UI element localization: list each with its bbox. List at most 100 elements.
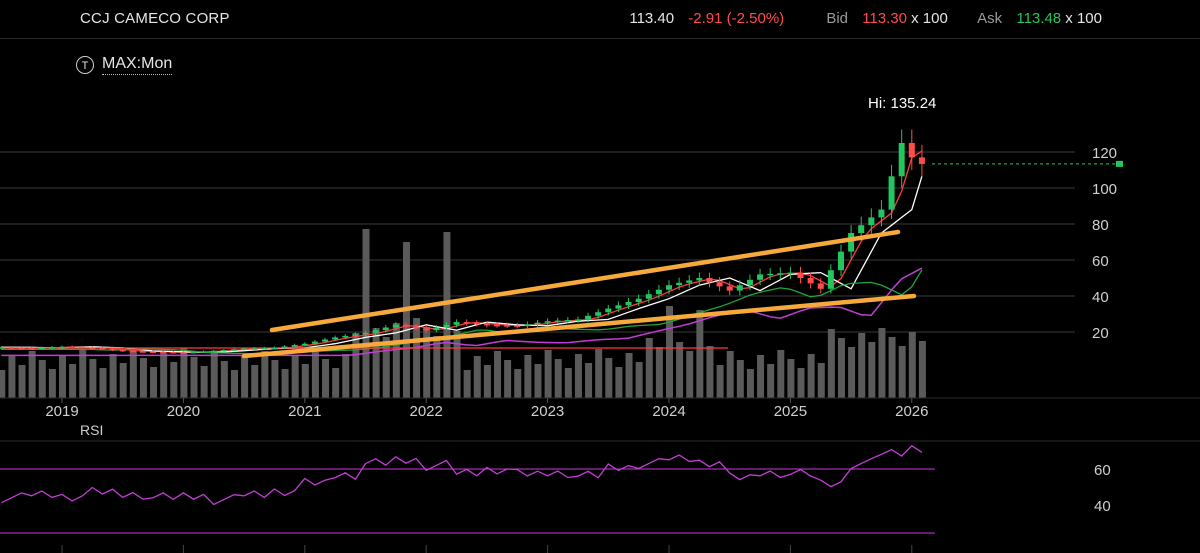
candle-body xyxy=(413,326,420,329)
candle-body xyxy=(220,350,227,352)
candle-body xyxy=(655,289,662,295)
candle-body xyxy=(38,347,45,350)
volume-bar xyxy=(918,341,926,398)
x-tick-label: 2023 xyxy=(531,403,564,420)
candle-body xyxy=(139,351,146,353)
volume-bar xyxy=(888,337,896,398)
candle-body xyxy=(230,349,237,351)
candle-body xyxy=(251,348,258,350)
candle-body xyxy=(827,270,834,289)
volume-bar xyxy=(8,356,16,398)
volume-bar xyxy=(352,333,360,398)
candle-body xyxy=(868,217,875,226)
high-annotation: Hi: 135.24 xyxy=(868,95,936,112)
candle-body xyxy=(534,322,541,325)
volume-bar xyxy=(494,351,502,398)
candle-body xyxy=(99,347,106,350)
volume-bar xyxy=(301,364,309,398)
volume-bar xyxy=(605,358,613,398)
volume-bar xyxy=(291,355,299,398)
candle-body xyxy=(908,143,915,158)
candle-body xyxy=(898,143,905,177)
candle-body xyxy=(190,351,197,354)
candle-body xyxy=(837,251,844,271)
volume-bar xyxy=(574,354,582,398)
candle-body xyxy=(241,348,248,351)
candle-body xyxy=(504,325,511,327)
candle-body xyxy=(332,337,339,340)
candle-body xyxy=(777,273,784,275)
x-tick-label: 2020 xyxy=(167,403,200,420)
volume-bar xyxy=(311,350,319,398)
candle-body xyxy=(888,176,895,210)
candle-body xyxy=(524,324,531,326)
volume-bar xyxy=(251,365,259,398)
price-tick-label: 40 xyxy=(1092,289,1109,306)
volume-bar xyxy=(908,332,916,398)
candle-body xyxy=(726,286,733,291)
price-tick-label: 80 xyxy=(1092,217,1109,234)
candle-body xyxy=(200,351,207,353)
volume-bar xyxy=(463,370,471,398)
candle-body xyxy=(402,324,409,327)
volume-bar xyxy=(261,351,269,398)
volume-bar xyxy=(716,365,724,398)
volume-bar xyxy=(190,357,198,398)
price-tick-label: 120 xyxy=(1092,145,1117,162)
volume-bar xyxy=(483,365,491,398)
volume-bar xyxy=(706,346,714,398)
volume-bar xyxy=(281,369,289,398)
candle-body xyxy=(342,335,349,338)
candle-body xyxy=(473,323,480,325)
volume-bar xyxy=(89,359,97,398)
candle-body xyxy=(170,352,177,354)
volume-bar xyxy=(504,360,512,398)
volume-bar xyxy=(109,354,117,398)
volume-bar xyxy=(686,351,694,398)
volume-bar xyxy=(402,242,410,398)
candle-body xyxy=(362,332,369,335)
candle-body xyxy=(696,278,703,281)
candle-body xyxy=(463,322,470,324)
volume-bar xyxy=(332,368,340,398)
volume-bar xyxy=(736,360,744,398)
volume-bar xyxy=(139,358,147,398)
volume-bar xyxy=(473,356,481,398)
volume-bar xyxy=(514,369,522,398)
x-tick-label: 2019 xyxy=(45,403,78,420)
candle-body xyxy=(372,330,379,333)
volume-bar xyxy=(443,232,451,398)
candle-body xyxy=(767,273,774,276)
lower-trendline xyxy=(241,293,917,359)
ma-slow-line xyxy=(1,269,923,355)
candle-body xyxy=(625,302,632,306)
volume-bar xyxy=(129,349,137,398)
x-tick-label: 2021 xyxy=(288,403,321,420)
candle-body xyxy=(311,341,318,344)
volume-bar xyxy=(746,369,754,398)
rsi-title: RSI xyxy=(80,422,103,438)
rsi-line xyxy=(1,444,923,506)
candle-body xyxy=(160,351,167,354)
candle-body xyxy=(544,321,551,323)
price-chart[interactable]: 20 40 60 80 100 120 Hi: 135.24 2019 2020 2021 2022… xyxy=(0,0,1200,553)
volume-bar xyxy=(322,359,330,398)
volume-bar xyxy=(392,323,400,398)
volume-bar xyxy=(635,362,643,398)
volume-bar xyxy=(79,350,87,398)
candle-body xyxy=(574,319,581,321)
volume-bar xyxy=(625,353,633,398)
volume-bar xyxy=(767,364,775,398)
rsi-tick-label: 60 xyxy=(1094,462,1111,479)
candle-body xyxy=(59,346,65,349)
volume-bar xyxy=(524,355,532,398)
rsi-tick-label: 40 xyxy=(1094,498,1111,515)
candle-body xyxy=(8,347,15,349)
volume-bar xyxy=(220,361,228,398)
volume-bar xyxy=(827,329,835,398)
candle-body xyxy=(79,347,86,349)
volume-bar xyxy=(898,346,906,398)
volume-bar xyxy=(554,359,562,398)
x-tick-label: 2024 xyxy=(652,403,685,420)
candle-body xyxy=(48,347,55,349)
